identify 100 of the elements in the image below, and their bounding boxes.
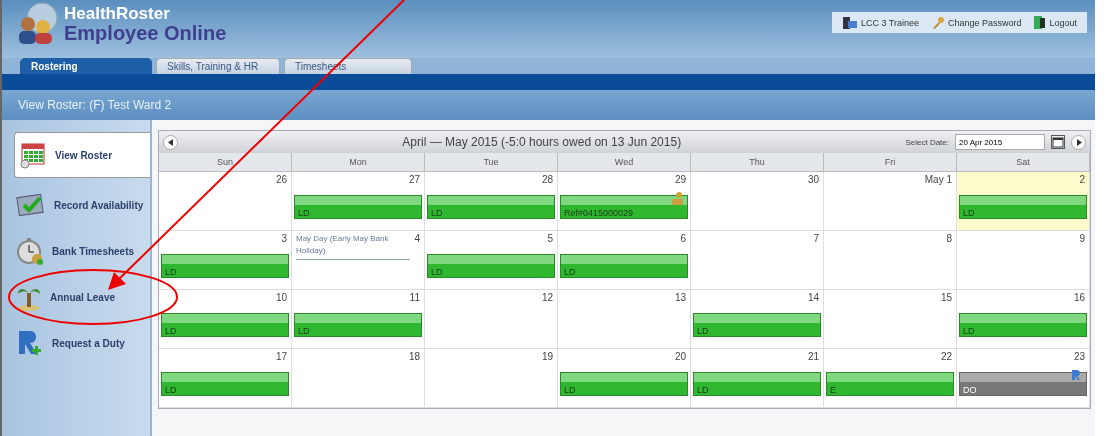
day-cell[interactable]: 5 LD bbox=[425, 231, 558, 290]
day-number: 18 bbox=[408, 351, 420, 362]
date-field[interactable]: 20 Apr 2015 bbox=[955, 134, 1045, 150]
previous-button[interactable] bbox=[163, 134, 178, 150]
calendar-title: April — May 2015 (-5:0 hours owed on 13 Jun 2015) bbox=[401, 135, 683, 149]
day-cell[interactable]: 16 LD bbox=[957, 290, 1090, 349]
day-cell[interactable]: 15 bbox=[824, 290, 957, 349]
day-cell[interactable]: 30 bbox=[691, 172, 824, 231]
shift-bar[interactable]: LD bbox=[959, 313, 1087, 337]
day-number: 17 bbox=[275, 351, 287, 362]
weekday-header: Sat bbox=[957, 153, 1090, 172]
logo-drawing bbox=[16, 2, 58, 46]
day-cell[interactable]: 12 bbox=[425, 290, 558, 349]
calendar-icon[interactable] bbox=[1051, 135, 1065, 149]
day-cell[interactable]: 10 LD bbox=[159, 290, 292, 349]
day-number: 26 bbox=[275, 174, 287, 185]
sidebar-item[interactable]: Annual Leave bbox=[2, 274, 150, 320]
day-number: May 1 bbox=[924, 174, 952, 185]
day-cell[interactable]: 20 LD bbox=[558, 349, 691, 408]
day-cell[interactable]: 19 bbox=[425, 349, 558, 408]
day-cell[interactable]: 14 LD bbox=[691, 290, 824, 349]
day-cell[interactable]: 28 LD bbox=[425, 172, 558, 231]
tab[interactable]: Skills, Training & HR bbox=[156, 58, 280, 74]
day-cell[interactable]: 23 DO bbox=[957, 349, 1090, 408]
day-number: 2 bbox=[1079, 174, 1085, 185]
day-number: 9 bbox=[1079, 233, 1085, 244]
day-number: 16 bbox=[1073, 292, 1085, 303]
day-number: 15 bbox=[940, 292, 952, 303]
weekday-header: Sun bbox=[159, 153, 292, 172]
day-cell[interactable]: 11 LD bbox=[292, 290, 425, 349]
day-cell[interactable]: 22 E bbox=[824, 349, 957, 408]
account-link[interactable]: Change Password bbox=[930, 15, 1022, 30]
shift-bar[interactable]: LD bbox=[693, 372, 821, 396]
sidebar-item[interactable]: Bank Timesheets bbox=[2, 228, 150, 274]
shift-bar[interactable]: LD bbox=[294, 313, 422, 337]
day-cell[interactable]: 9 bbox=[957, 231, 1090, 290]
day-number: 19 bbox=[541, 351, 553, 362]
shift-bar[interactable]: LD bbox=[294, 195, 422, 219]
day-number: 6 bbox=[680, 233, 686, 244]
sidebar-item[interactable]: View Roster bbox=[14, 132, 150, 178]
day-number: 3 bbox=[281, 233, 287, 244]
stopwatch-icon bbox=[16, 237, 44, 265]
day-cell[interactable]: 29 Ref#0415000029 bbox=[558, 172, 691, 231]
day-cell[interactable]: 2 LD bbox=[957, 172, 1090, 231]
shift-bar[interactable]: LD bbox=[161, 372, 289, 396]
shift-bar[interactable]: Ref#0415000029 bbox=[560, 195, 688, 219]
day-number: 8 bbox=[946, 233, 952, 244]
brand-subtitle: Employee Online bbox=[64, 21, 227, 44]
people-icon bbox=[670, 192, 684, 205]
shift-bar[interactable]: LD bbox=[959, 195, 1087, 219]
select-date-label: Select Date: bbox=[905, 137, 949, 147]
sidebar-item[interactable]: Record Availability bbox=[2, 182, 150, 228]
door-icon bbox=[1033, 15, 1047, 30]
day-cell[interactable]: 27 LD bbox=[292, 172, 425, 231]
right-arrow-icon bbox=[1075, 138, 1082, 146]
tab[interactable]: Rostering bbox=[20, 58, 152, 74]
day-cell[interactable]: 21 LD bbox=[691, 349, 824, 408]
weekday-header: Fri bbox=[824, 153, 957, 172]
calendar-icon bbox=[19, 141, 47, 169]
day-number: 10 bbox=[275, 292, 287, 303]
day-number: 23 bbox=[1073, 351, 1085, 362]
day-cell[interactable]: 7 bbox=[691, 231, 824, 290]
holiday-note: May Day (Early May Bank Holiday) bbox=[296, 233, 410, 260]
user-icon bbox=[841, 15, 858, 30]
weekday-header: Tue bbox=[425, 153, 558, 172]
shift-bar[interactable]: LD bbox=[161, 313, 289, 337]
day-cell[interactable]: 6 LD bbox=[558, 231, 691, 290]
shift-bar[interactable]: E bbox=[826, 372, 954, 396]
account-link[interactable]: Logout bbox=[1033, 15, 1077, 30]
day-number: 27 bbox=[408, 174, 420, 185]
shift-bar[interactable]: LD bbox=[560, 254, 688, 278]
sidebar-item[interactable]: Request a Duty bbox=[2, 320, 150, 366]
shift-bar[interactable]: LD bbox=[427, 254, 555, 278]
shift-bar[interactable]: DO bbox=[959, 372, 1087, 396]
day-cell[interactable]: May Day (Early May Bank Holiday) 4 bbox=[292, 231, 425, 290]
day-number: 7 bbox=[813, 233, 819, 244]
day-cell[interactable]: 26 bbox=[159, 172, 292, 231]
account-link[interactable]: LCC 3 Trainee bbox=[841, 15, 919, 30]
day-number: 29 bbox=[674, 174, 686, 185]
day-cell[interactable]: 8 bbox=[824, 231, 957, 290]
day-cell[interactable]: 17 LD bbox=[159, 349, 292, 408]
page-title: View Roster: (F) Test Ward 2 bbox=[2, 90, 1095, 120]
day-number: 12 bbox=[541, 292, 553, 303]
day-cell[interactable]: 3 LD bbox=[159, 231, 292, 290]
day-number: 21 bbox=[807, 351, 819, 362]
day-number: 4 bbox=[414, 233, 420, 244]
shift-bar[interactable]: LD bbox=[161, 254, 289, 278]
next-button[interactable] bbox=[1071, 134, 1086, 150]
day-number: 30 bbox=[807, 174, 819, 185]
day-number: 20 bbox=[674, 351, 686, 362]
shift-bar[interactable]: LD bbox=[693, 313, 821, 337]
shift-bar[interactable]: LD bbox=[560, 372, 688, 396]
weekday-header: Wed bbox=[558, 153, 691, 172]
day-cell[interactable]: 18 bbox=[292, 349, 425, 408]
shift-bar[interactable]: LD bbox=[427, 195, 555, 219]
calendar-check-icon bbox=[16, 192, 46, 218]
day-number: 28 bbox=[541, 174, 553, 185]
weekday-header: Thu bbox=[691, 153, 824, 172]
day-cell[interactable]: 13 bbox=[558, 290, 691, 349]
day-number: 13 bbox=[674, 292, 686, 303]
